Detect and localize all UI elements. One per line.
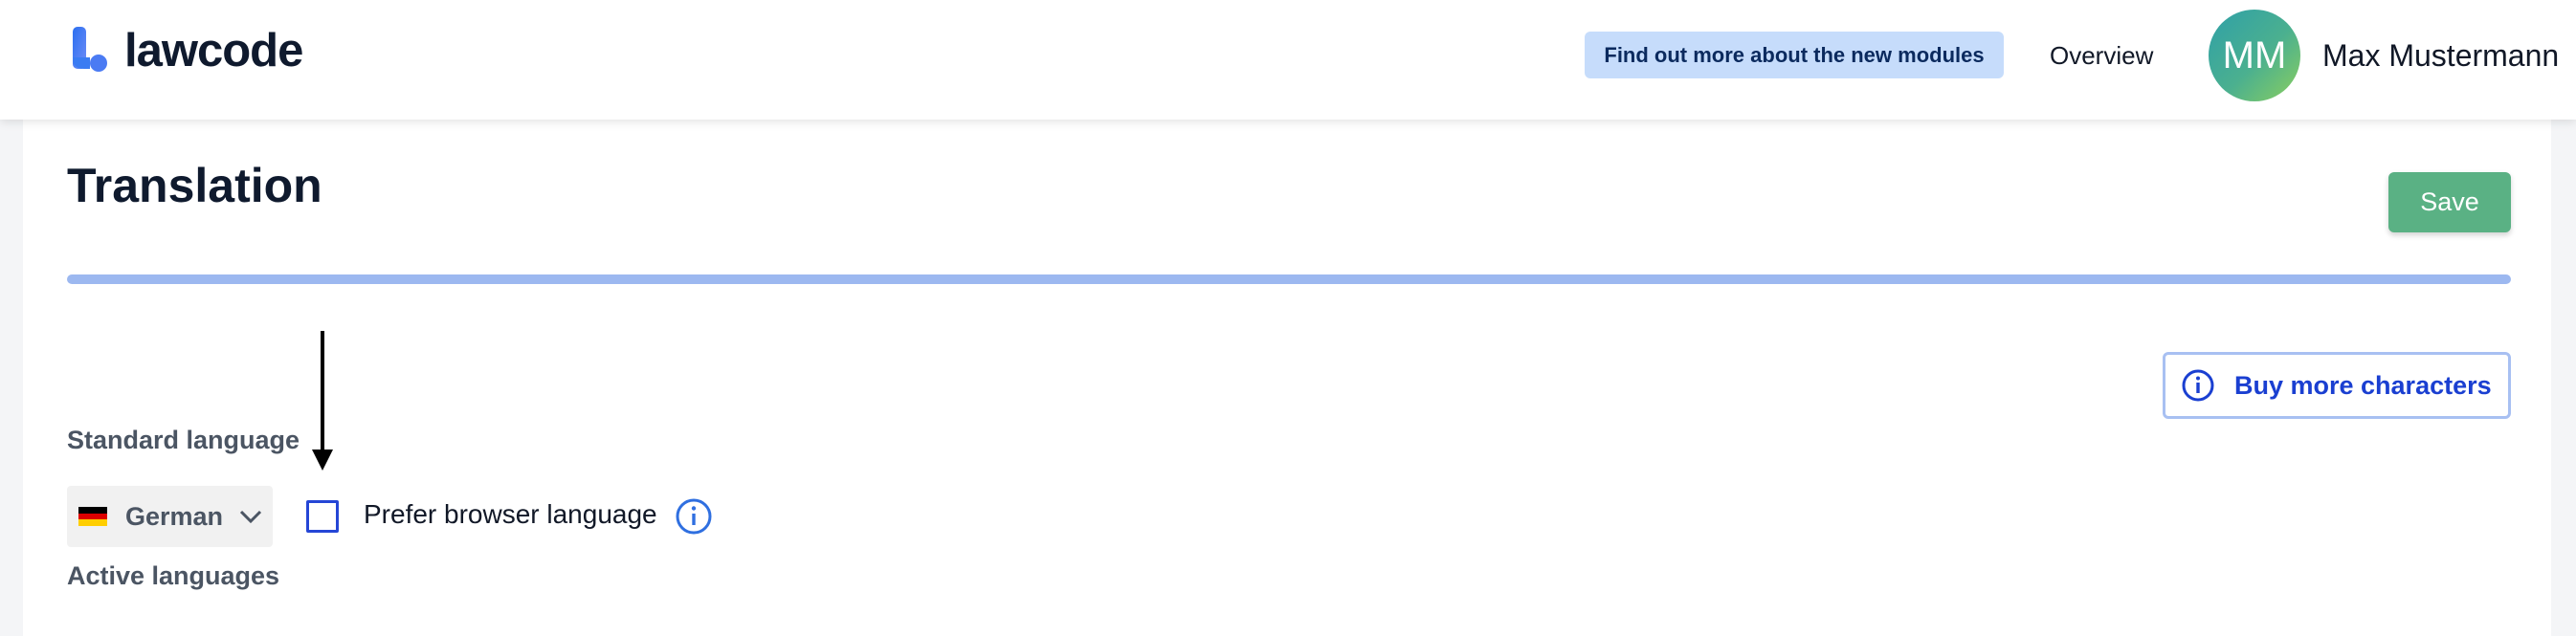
german-flag-icon [78,507,107,527]
prefer-browser-language-label[interactable]: Prefer browser language [364,499,657,530]
logo-text: lawcode [124,25,303,77]
user-name[interactable]: Max Mustermann [2322,36,2559,75]
buy-more-characters-label: Buy more characters [2234,370,2492,400]
selected-language: German [125,501,224,531]
save-button[interactable]: Save [2388,172,2511,232]
lawcode-logo[interactable]: lawcode [69,25,303,77]
chevron-down-icon [239,510,262,524]
prefer-browser-language-checkbox[interactable] [306,500,339,533]
active-languages-label: Active languages [67,561,280,590]
info-circle-icon [2182,369,2214,402]
nav-overview[interactable]: Overview [2050,36,2153,75]
page-title: Translation [67,159,322,212]
standard-language-select[interactable]: German [67,486,273,547]
avatar[interactable]: MM [2209,10,2300,101]
logo-mark-icon [69,25,121,77]
buy-more-characters-button[interactable]: Buy more characters [2163,352,2511,419]
new-modules-link[interactable]: Find out more about the new modules [1585,32,2004,78]
annotation-arrow [312,331,333,471]
top-header: lawcode Find out more about the new modu… [0,0,2576,120]
standard-language-label: Standard language [67,426,300,454]
character-usage-bar [67,274,2511,284]
info-icon[interactable] [675,497,713,536]
